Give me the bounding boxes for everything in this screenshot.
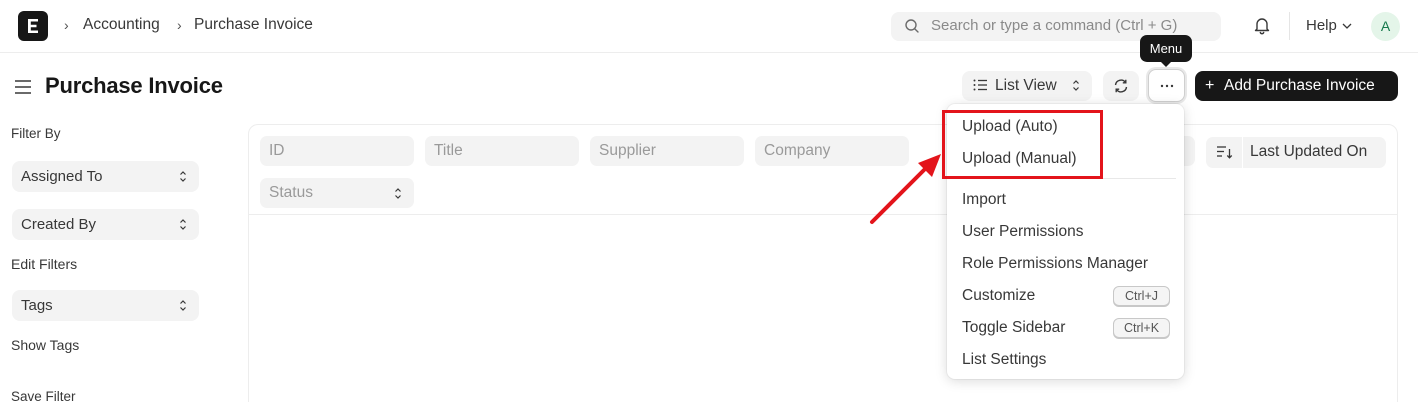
created-by-label: Created By [21,216,97,233]
panel-divider [248,214,1398,215]
chevron-right-icon: › [177,17,182,33]
tags-label: Tags [21,297,53,314]
sort-selector[interactable]: Last Updated On [1206,137,1386,168]
page-title: Purchase Invoice [45,73,223,98]
menu-item-role-permissions-manager[interactable]: Role Permissions Manager [962,255,1148,273]
save-filter-link[interactable]: Save Filter [11,389,76,402]
sort-field-label[interactable]: Last Updated On [1250,143,1367,161]
edit-filters-link[interactable]: Edit Filters [11,256,77,272]
select-chevrons-icon [180,171,186,182]
refresh-icon [1114,79,1128,93]
list-view-selector[interactable]: List View [962,71,1092,101]
title-filter-placeholder: Title [434,142,463,159]
chevron-down-icon[interactable] [1342,23,1352,29]
show-tags-link[interactable]: Show Tags [11,337,79,353]
menu-item-list-settings[interactable]: List Settings [962,351,1046,369]
add-purchase-invoice-label: Add Purchase Invoice [1224,77,1375,94]
menu-item-import[interactable]: Import [962,191,1006,209]
top-navbar: › Accounting › Purchase Invoice Search o… [0,0,1418,53]
search-placeholder: Search or type a command (Ctrl + G) [931,17,1178,34]
supplier-filter-placeholder: Supplier [599,142,656,159]
sort-order-icon[interactable] [1216,145,1233,159]
navbar-divider [1289,12,1290,40]
toggle-sidebar-shortcut: Ctrl+K [1113,318,1170,338]
customize-shortcut: Ctrl+J [1113,286,1170,306]
select-chevrons-icon [395,188,401,199]
list-icon [973,79,987,91]
plus-icon: + [1205,77,1215,94]
search-icon [905,19,919,33]
annotation-highlight-box [942,110,1103,179]
created-by-filter[interactable]: Created By [12,209,199,240]
menu-tooltip: Menu [1140,35,1192,67]
add-purchase-invoice-button[interactable]: + Add Purchase Invoice [1195,71,1398,101]
select-chevrons-icon [1073,80,1079,91]
app-logo-icon[interactable] [18,11,48,41]
chevron-right-icon: › [64,17,69,33]
filter-by-label: Filter By [11,126,61,141]
status-filter-placeholder: Status [269,184,313,201]
select-chevrons-icon [180,219,186,230]
supplier-filter-input[interactable]: Supplier [590,136,744,166]
breadcrumb-purchase-invoice[interactable]: Purchase Invoice [194,16,313,34]
user-avatar[interactable]: A [1371,12,1400,41]
tags-filter[interactable]: Tags [12,290,199,321]
assigned-to-filter[interactable]: Assigned To [12,161,199,192]
notification-bell-icon[interactable] [1253,16,1271,35]
select-chevrons-icon [180,300,186,311]
breadcrumb-accounting[interactable]: Accounting [83,16,160,34]
status-filter-select[interactable]: Status [260,178,414,208]
menu-item-toggle-sidebar[interactable]: Toggle Sidebar [962,319,1065,337]
company-filter-placeholder: Company [764,142,831,159]
menu-item-customize[interactable]: Customize [962,287,1035,305]
sort-divider [1242,137,1243,168]
id-filter-placeholder: ID [269,142,285,159]
ellipsis-icon [1160,84,1174,88]
assigned-to-label: Assigned To [21,168,103,185]
more-menu-button[interactable] [1148,69,1185,102]
sidebar-toggle-icon[interactable] [14,80,32,94]
refresh-button[interactable] [1103,71,1139,101]
help-menu[interactable]: Help [1306,17,1337,34]
list-view-label: List View [995,77,1057,94]
title-filter-input[interactable]: Title [425,136,579,166]
id-filter-input[interactable]: ID [260,136,414,166]
annotation-arrow-icon [870,154,941,224]
menu-item-user-permissions[interactable]: User Permissions [962,223,1083,241]
